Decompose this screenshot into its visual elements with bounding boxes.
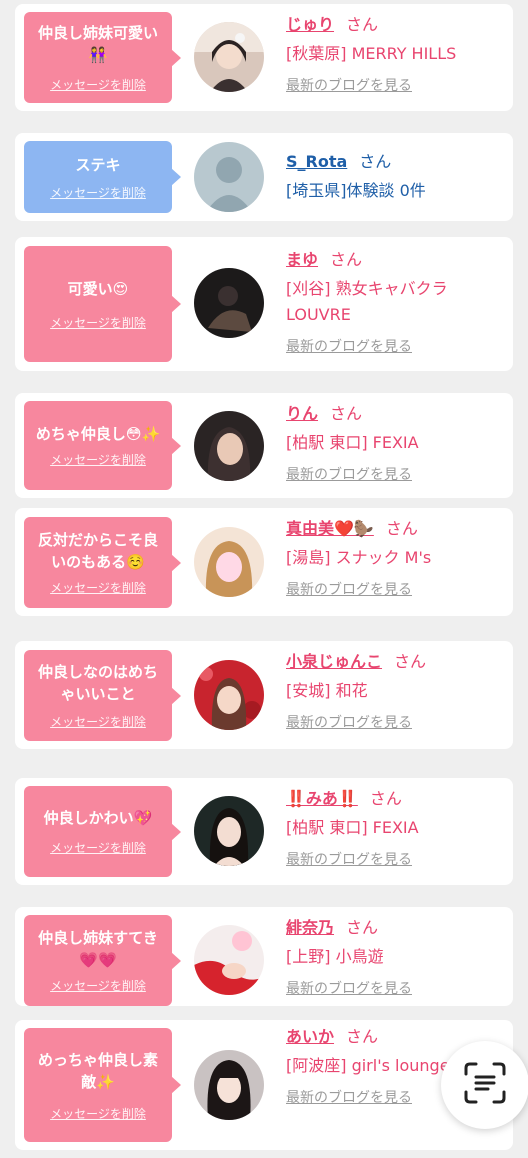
- latest-blog-link[interactable]: 最新のブログを見る: [286, 1087, 412, 1107]
- message-text: 仲良しかわい💖: [43, 809, 153, 827]
- avatar[interactable]: [194, 925, 264, 995]
- latest-blog-link[interactable]: 最新のブログを見る: [286, 336, 412, 356]
- message-text: 仲良し姉妹すてき💗💗: [38, 929, 158, 969]
- honorific: さん: [330, 250, 363, 269]
- delete-message-button[interactable]: メッセージを削除: [50, 314, 146, 331]
- message-text: ステキ: [75, 155, 121, 174]
- delete-message-button[interactable]: メッセージを削除: [50, 451, 146, 468]
- message-card: 仲良し姉妹可愛い👭 メッセージを削除 じゅり さん [秋葉原] MERRY HIL…: [15, 4, 513, 111]
- honorific: さん: [385, 519, 418, 538]
- message-text: 仲良しなのはめちゃいいこと: [37, 663, 158, 703]
- sender-name[interactable]: ‼️みあ‼️: [286, 789, 358, 808]
- sender-name[interactable]: 緋奈乃: [286, 918, 334, 937]
- message-card: めっちゃ仲良し素敵✨ メッセージを削除 あいか さん [阿波座] girl's l…: [15, 1020, 513, 1150]
- message-bubble: 反対だからこそ良いのもある☺️ メッセージを削除: [24, 517, 181, 608]
- message-text: めちゃ仲良し😳✨: [35, 425, 161, 443]
- sender-info: じゅり さん [秋葉原] MERRY HILLS 最新のブログを見る: [286, 14, 506, 95]
- avatar[interactable]: [194, 411, 264, 481]
- sender-name[interactable]: 真由美❤️🦫: [286, 519, 374, 538]
- sender-name[interactable]: まゆ: [286, 250, 318, 269]
- sender-info: 小泉じゅんこ さん [安城] 和花 最新のブログを見る: [286, 651, 506, 732]
- scan-text-icon: [462, 1060, 508, 1110]
- honorific: さん: [359, 152, 392, 171]
- message-bubble: 可愛い😍 メッセージを削除: [24, 246, 181, 362]
- message-bubble: めちゃ仲良し😳✨ メッセージを削除: [24, 401, 181, 490]
- message-bubble: 仲良しなのはめちゃいいこと メッセージを削除: [24, 650, 181, 741]
- message-text: めっちゃ仲良し素敵✨: [37, 1050, 158, 1091]
- sender-name[interactable]: りん: [286, 404, 318, 423]
- message-bubble: めっちゃ仲良し素敵✨ メッセージを削除: [24, 1028, 181, 1142]
- sender-name[interactable]: じゅり: [286, 15, 334, 34]
- sender-shop: [安城] 和花: [286, 681, 368, 700]
- avatar[interactable]: [194, 660, 264, 730]
- sender-shop: [柏駅 東口] FEXIA: [286, 433, 419, 452]
- latest-blog-link[interactable]: 最新のブログを見る: [286, 978, 412, 998]
- delete-message-button[interactable]: メッセージを削除: [50, 839, 146, 856]
- honorific: さん: [394, 652, 427, 671]
- honorific: さん: [346, 918, 379, 937]
- message-text: 可愛い😍: [67, 279, 129, 298]
- message-card: ステキ メッセージを削除 S_Rota さん [埼玉県]体験談 0件: [15, 133, 513, 221]
- avatar[interactable]: [194, 142, 264, 212]
- sender-info: S_Rota さん [埼玉県]体験談 0件: [286, 151, 506, 204]
- latest-blog-link[interactable]: 最新のブログを見る: [286, 579, 412, 599]
- message-bubble: 仲良しかわい💖 メッセージを削除: [24, 786, 181, 877]
- message-text: 仲良し姉妹可愛い👭: [37, 24, 158, 64]
- delete-message-button[interactable]: メッセージを削除: [50, 76, 146, 93]
- honorific: さん: [346, 15, 379, 34]
- delete-message-button[interactable]: メッセージを削除: [50, 184, 146, 201]
- sender-shop: [刈谷] 熟女キャバクラLOUVRE: [286, 279, 448, 324]
- sender-shop: [上野] 小鳥遊: [286, 947, 384, 966]
- latest-blog-link[interactable]: 最新のブログを見る: [286, 75, 412, 95]
- message-card: 可愛い😍 メッセージを削除 まゆ さん [刈谷] 熟女キャバクラLOUVRE 最新…: [15, 237, 513, 371]
- latest-blog-link[interactable]: 最新のブログを見る: [286, 712, 412, 732]
- message-card: 仲良し姉妹すてき💗💗 メッセージを削除 緋奈乃 さん [上野] 小鳥遊 最新のブロ…: [15, 907, 513, 1006]
- message-card: 仲良しなのはめちゃいいこと メッセージを削除 小泉じゅんこ さん [安城] 和花 …: [15, 641, 513, 749]
- message-text: 反対だからこそ良いのもある☺️: [37, 531, 158, 571]
- message-bubble: 仲良し姉妹すてき💗💗 メッセージを削除: [24, 915, 181, 1006]
- text-scan-button[interactable]: [441, 1041, 528, 1129]
- sender-name[interactable]: S_Rota: [286, 152, 347, 171]
- avatar[interactable]: [194, 268, 264, 338]
- avatar[interactable]: [194, 796, 264, 866]
- message-card: めちゃ仲良し😳✨ メッセージを削除 りん さん [柏駅 東口] FEXIA 最新の…: [15, 393, 513, 498]
- sender-info: 緋奈乃 さん [上野] 小鳥遊 最新のブログを見る: [286, 917, 506, 998]
- delete-message-button[interactable]: メッセージを削除: [50, 713, 146, 730]
- avatar[interactable]: [194, 1050, 264, 1120]
- honorific: さん: [330, 404, 363, 423]
- sender-name[interactable]: あいか: [286, 1027, 334, 1046]
- delete-message-button[interactable]: メッセージを削除: [50, 579, 146, 596]
- sender-shop: [湯島] スナック M's: [286, 548, 432, 567]
- sender-info: りん さん [柏駅 東口] FEXIA 最新のブログを見る: [286, 403, 506, 484]
- latest-blog-link[interactable]: 最新のブログを見る: [286, 849, 412, 869]
- sender-shop: [埼玉県]体験談 0件: [286, 181, 426, 200]
- delete-message-button[interactable]: メッセージを削除: [50, 1105, 146, 1122]
- message-bubble: 仲良し姉妹可愛い👭 メッセージを削除: [24, 12, 181, 103]
- sender-name[interactable]: 小泉じゅんこ: [286, 652, 382, 671]
- avatar[interactable]: [194, 527, 264, 597]
- sender-info: まゆ さん [刈谷] 熟女キャバクラLOUVRE 最新のブログを見る: [286, 249, 506, 356]
- message-card: 仲良しかわい💖 メッセージを削除 ‼️みあ‼️ さん [柏駅 東口] FEXIA …: [15, 778, 513, 885]
- latest-blog-link[interactable]: 最新のブログを見る: [286, 464, 412, 484]
- honorific: さん: [346, 1027, 379, 1046]
- sender-shop: [秋葉原] MERRY HILLS: [286, 44, 457, 63]
- sender-info: ‼️みあ‼️ さん [柏駅 東口] FEXIA 最新のブログを見る: [286, 788, 506, 869]
- message-bubble: ステキ メッセージを削除: [24, 141, 181, 213]
- avatar[interactable]: [194, 22, 264, 92]
- sender-shop: [柏駅 東口] FEXIA: [286, 818, 419, 837]
- delete-message-button[interactable]: メッセージを削除: [50, 977, 146, 994]
- message-card: 反対だからこそ良いのもある☺️ メッセージを削除 真由美❤️🦫 さん [湯島] ス…: [15, 508, 513, 616]
- sender-info: 真由美❤️🦫 さん [湯島] スナック M's 最新のブログを見る: [286, 518, 506, 599]
- honorific: さん: [369, 789, 402, 808]
